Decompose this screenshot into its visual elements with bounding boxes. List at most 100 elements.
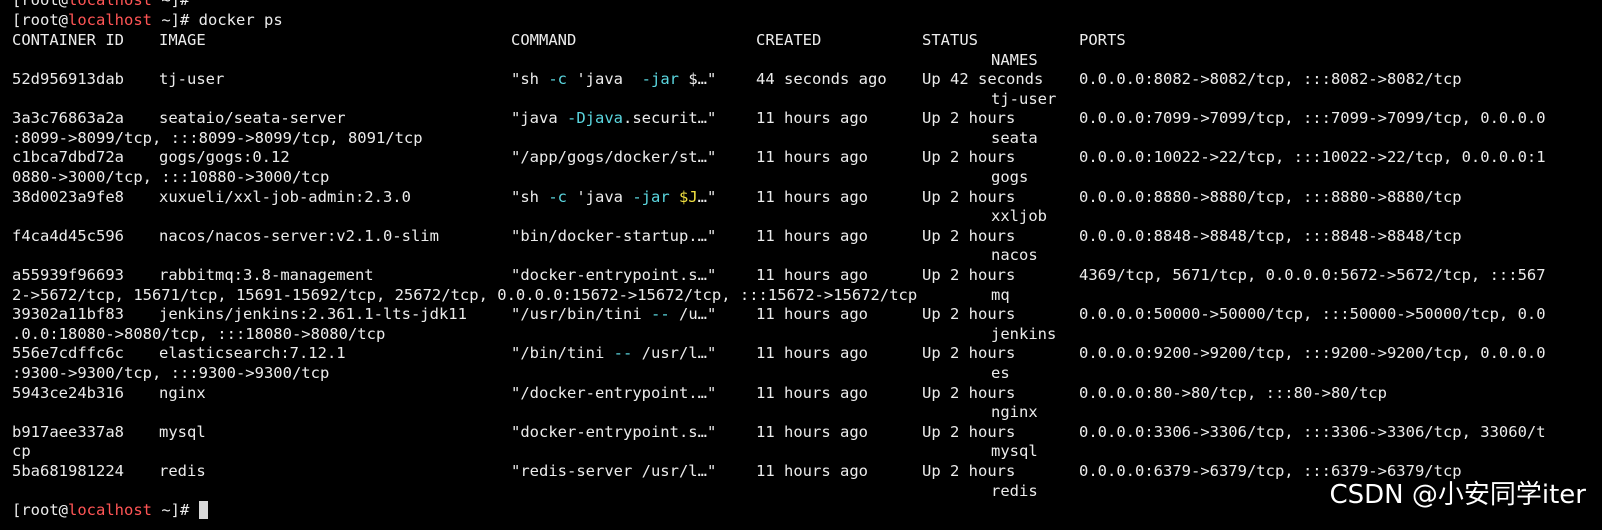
header-names: NAMES: [991, 51, 1038, 69]
ports-text: 0.0.0.0:3306->3306/tcp, :::3306->3306/tc…: [1079, 423, 1546, 441]
created-time: 11 hours ago: [756, 109, 868, 127]
created-time: 11 hours ago: [756, 344, 868, 362]
image-name: nginx: [159, 384, 206, 402]
container-id: 5943ce24b316: [12, 384, 124, 402]
ports-text: 0.0.0.0:8880->8880/tcp, :::8880->8880/tc…: [1079, 188, 1462, 206]
container-name: nginx: [991, 403, 1038, 421]
container-id: 3a3c76863a2a: [12, 109, 124, 127]
header-image: IMAGE: [159, 31, 206, 49]
container-command: "redis-server /usr/l…": [511, 462, 717, 480]
container-command: "java -Djava.securit…": [511, 109, 717, 127]
ports-continuation: 0880->3000/tcp, :::10880->3000/tcp: [12, 168, 330, 186]
status-text: Up 2 hours: [922, 344, 1016, 362]
status-text: Up 2 hours: [922, 266, 1016, 284]
text-cursor: [198, 501, 208, 519]
created-time: 11 hours ago: [756, 384, 868, 402]
container-name: mq: [991, 286, 1010, 304]
final-prompt-line[interactable]: [root@localhost ~]#: [12, 500, 208, 520]
ports-text: 0.0.0.0:50000->50000/tcp, :::50000->5000…: [1079, 305, 1546, 323]
container-command: "sh -c 'java -jar $J…": [511, 188, 717, 206]
command-prompt-line: [root@localhost ~]# docker ps: [12, 11, 283, 29]
container-command: "/usr/bin/tini -- /u…": [511, 305, 717, 323]
container-name: gogs: [991, 168, 1029, 186]
ports-continuation: 2->5672/tcp, 15671/tcp, 15691-15692/tcp,…: [12, 286, 918, 304]
container-command: "/app/gogs/docker/st…": [511, 148, 717, 166]
created-time: 11 hours ago: [756, 148, 868, 166]
image-name: xuxueli/xxl-job-admin:2.3.0: [159, 188, 411, 206]
created-time: 11 hours ago: [756, 188, 868, 206]
hostname: localhost: [68, 501, 152, 519]
status-text: Up 2 hours: [922, 462, 1016, 480]
status-text: Up 2 hours: [922, 384, 1016, 402]
created-time: 44 seconds ago: [756, 70, 887, 88]
container-command: "/docker-entrypoint.…": [511, 384, 717, 402]
header-created: CREATED: [756, 31, 822, 49]
container-command: "sh -c 'java -jar $…": [511, 70, 717, 88]
container-id: 52d956913dab: [12, 70, 124, 88]
image-name: mysql: [159, 423, 206, 441]
ports-continuation: cp: [12, 442, 31, 460]
created-time: 11 hours ago: [756, 305, 868, 323]
status-text: Up 2 hours: [922, 423, 1016, 441]
container-id: 556e7cdffc6c: [12, 344, 124, 362]
ports-text: 0.0.0.0:10022->22/tcp, :::10022->22/tcp,…: [1079, 148, 1546, 166]
created-time: 11 hours ago: [756, 423, 868, 441]
hostname: localhost: [68, 11, 152, 29]
status-text: Up 42 seconds: [922, 70, 1044, 88]
container-name: seata: [991, 129, 1038, 147]
container-id: 38d0023a9fe8: [12, 188, 124, 206]
header-status: STATUS: [922, 31, 978, 49]
created-time: 11 hours ago: [756, 266, 868, 284]
ports-text: 0.0.0.0:80->80/tcp, :::80->80/tcp: [1079, 384, 1387, 402]
header-ports: PORTS: [1079, 31, 1126, 49]
csdn-watermark: CSDN @小安同学iter: [1329, 480, 1587, 510]
container-command: "bin/docker-startup.…": [511, 227, 717, 245]
container-name: xxljob: [991, 207, 1047, 225]
image-name: redis: [159, 462, 206, 480]
ports-text: 0.0.0.0:9200->9200/tcp, :::9200->9200/tc…: [1079, 344, 1546, 362]
container-id: c1bca7dbd72a: [12, 148, 124, 166]
container-id: b917aee337a8: [12, 423, 124, 441]
ports-text: 4369/tcp, 5671/tcp, 0.0.0.0:5672->5672/t…: [1079, 266, 1546, 284]
image-name: jenkins/jenkins:2.361.1-lts-jdk11: [159, 305, 467, 323]
previous-prompt-line: [root@localhost ~]#: [12, 0, 189, 10]
status-text: Up 2 hours: [922, 227, 1016, 245]
container-name: mysql: [991, 442, 1038, 460]
hostname: localhost: [68, 0, 152, 9]
ports-continuation: .0.0:18080->8080/tcp, :::18080->8080/tcp: [12, 325, 386, 343]
container-id: a55939f96693: [12, 266, 124, 284]
command-text: docker ps: [198, 11, 283, 29]
header-row: CONTAINER ID: [12, 30, 124, 50]
status-text: Up 2 hours: [922, 148, 1016, 166]
container-command: "docker-entrypoint.s…": [511, 266, 717, 284]
image-name: nacos/nacos-server:v2.1.0-slim: [159, 227, 439, 245]
image-name: elasticsearch:7.12.1: [159, 344, 346, 362]
image-name: tj-user: [159, 70, 225, 88]
terminal-window[interactable]: [root@localhost ~]# [root@localhost ~]# …: [0, 0, 1602, 530]
header-command: COMMAND: [511, 31, 577, 49]
container-name: es: [991, 364, 1010, 382]
container-name: tj-user: [991, 90, 1057, 108]
status-text: Up 2 hours: [922, 305, 1016, 323]
ports-continuation: :8099->8099/tcp, :::8099->8099/tcp, 8091…: [12, 129, 423, 147]
header-container-id: CONTAINER ID: [12, 31, 124, 49]
image-name: seataio/seata-server: [159, 109, 346, 127]
container-name: nacos: [991, 246, 1038, 264]
created-time: 11 hours ago: [756, 462, 868, 480]
status-text: Up 2 hours: [922, 188, 1016, 206]
container-name: jenkins: [991, 325, 1057, 343]
container-command: "docker-entrypoint.s…": [511, 423, 717, 441]
image-name: gogs/gogs:0.12: [159, 148, 290, 166]
image-name: rabbitmq:3.8-management: [159, 266, 374, 284]
container-id: 5ba681981224: [12, 462, 124, 480]
ports-text: 0.0.0.0:8848->8848/tcp, :::8848->8848/tc…: [1079, 227, 1462, 245]
ports-text: 0.0.0.0:8082->8082/tcp, :::8082->8082/tc…: [1079, 70, 1462, 88]
container-id: 39302a11bf83: [12, 305, 124, 323]
container-name: redis: [991, 482, 1038, 500]
container-id: f4ca4d45c596: [12, 227, 124, 245]
created-time: 11 hours ago: [756, 227, 868, 245]
ports-text: 0.0.0.0:7099->7099/tcp, :::7099->7099/tc…: [1079, 109, 1546, 127]
container-command: "/bin/tini -- /usr/l…": [511, 344, 717, 362]
ports-continuation: :9300->9300/tcp, :::9300->9300/tcp: [12, 364, 330, 382]
status-text: Up 2 hours: [922, 109, 1016, 127]
